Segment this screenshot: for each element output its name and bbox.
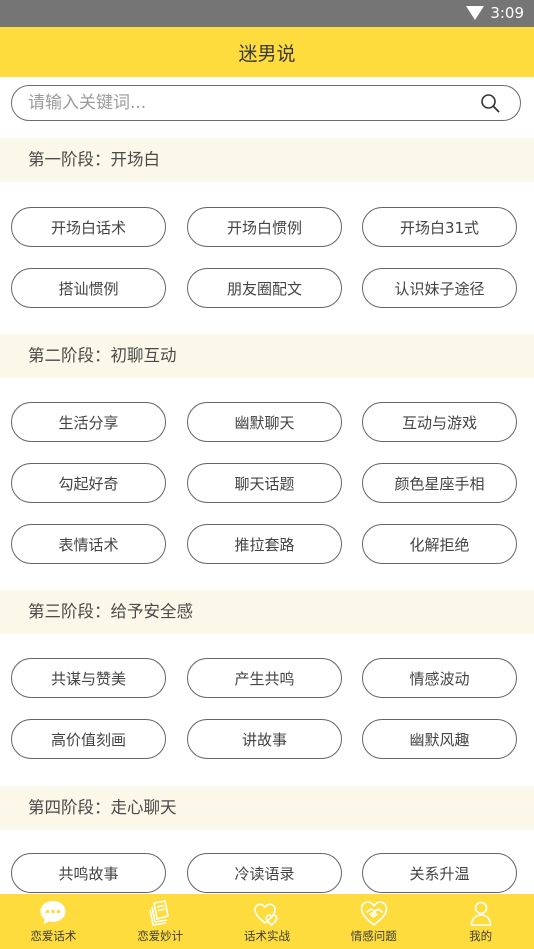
topic-button[interactable]: 搭讪惯例 — [11, 268, 166, 308]
handshake-icon — [360, 901, 388, 926]
section-body-4: 共鸣故事 冷读语录 关系升温 — [0, 830, 534, 894]
topic-button[interactable]: 生活分享 — [11, 402, 166, 442]
section-title: 第一阶段：开场白 — [28, 150, 160, 169]
tab-label: 恋爱妙计 — [137, 929, 184, 943]
topic-button[interactable]: 幽默风趣 — [362, 719, 517, 759]
section-body-1: 开场白话术 开场白惯例 开场白31式 搭讪惯例 朋友圈配文 认识妹子途径 — [0, 182, 534, 334]
section-title: 第二阶段：初聊互动 — [28, 346, 177, 365]
wifi-icon — [466, 6, 484, 20]
hearts-icon — [254, 903, 278, 926]
tab-emotion-questions[interactable]: 情感问题 — [320, 894, 427, 949]
topic-button[interactable]: 开场白话术 — [11, 207, 166, 247]
topic-button[interactable]: 讲故事 — [187, 719, 342, 759]
section-header-4: 第四阶段：走心聊天 — [0, 786, 534, 830]
topic-button[interactable]: 化解拒绝 — [362, 524, 517, 564]
topic-button[interactable]: 认识妹子途径 — [362, 268, 517, 308]
search-icon[interactable] — [480, 93, 500, 113]
topic-button[interactable]: 推拉套路 — [187, 524, 342, 564]
section-title: 第三阶段：给予安全感 — [28, 602, 193, 621]
topic-button[interactable]: 关系升温 — [362, 853, 517, 893]
user-icon — [470, 901, 491, 926]
search-input[interactable] — [28, 90, 458, 116]
topic-button[interactable]: 情感波动 — [362, 658, 517, 698]
topic-button[interactable]: 开场白惯例 — [187, 207, 342, 247]
tab-profile[interactable]: 我的 — [427, 894, 534, 949]
section-title: 第四阶段：走心聊天 — [28, 798, 177, 817]
topic-button[interactable]: 产生共鸣 — [187, 658, 342, 698]
topic-button[interactable]: 颜色星座手相 — [362, 463, 517, 503]
topic-button[interactable]: 共谋与赞美 — [11, 658, 166, 698]
bottom-tab-bar: 恋爱话术 恋爱妙计 话术实战 情感问题 我的 — [0, 894, 534, 949]
app-bar: 迷男说 — [0, 27, 534, 77]
topic-button[interactable]: 开场白31式 — [362, 207, 517, 247]
topic-button[interactable]: 表情话术 — [11, 524, 166, 564]
topic-button[interactable]: 朋友圈配文 — [187, 268, 342, 308]
topic-button[interactable]: 共鸣故事 — [11, 853, 166, 893]
topic-button[interactable]: 勾起好奇 — [11, 463, 166, 503]
status-bar: 3:09 — [0, 0, 534, 27]
topic-button[interactable]: 幽默聊天 — [187, 402, 342, 442]
chat-bubble-icon — [40, 901, 66, 925]
topic-button[interactable]: 互动与游戏 — [362, 402, 517, 442]
tab-label: 情感问题 — [350, 929, 397, 943]
book-icon — [149, 900, 169, 926]
section-header-1: 第一阶段：开场白 — [0, 138, 534, 182]
tab-label: 话术实战 — [243, 929, 290, 943]
tab-love-talk[interactable]: 恋爱话术 — [0, 894, 107, 949]
page-title: 迷男说 — [238, 42, 296, 65]
topic-button[interactable]: 高价值刻画 — [11, 719, 166, 759]
section-body-2: 生活分享 幽默聊天 互动与游戏 勾起好奇 聊天话题 颜色星座手相 表情话术 推拉… — [0, 378, 534, 590]
section-body-3: 共谋与赞美 产生共鸣 情感波动 高价值刻画 讲故事 幽默风趣 — [0, 634, 534, 786]
tab-label: 我的 — [469, 929, 493, 943]
search-area — [0, 77, 534, 138]
topic-button[interactable]: 聊天话题 — [187, 463, 342, 503]
tab-label: 恋爱话术 — [30, 929, 77, 943]
section-header-3: 第三阶段：给予安全感 — [0, 590, 534, 634]
topic-button[interactable]: 冷读语录 — [187, 853, 342, 893]
status-time: 3:09 — [490, 4, 524, 22]
tab-love-tips[interactable]: 恋爱妙计 — [107, 894, 214, 949]
search-box[interactable] — [11, 85, 521, 121]
section-header-2: 第二阶段：初聊互动 — [0, 334, 534, 378]
tab-talk-practice[interactable]: 话术实战 — [214, 894, 321, 949]
